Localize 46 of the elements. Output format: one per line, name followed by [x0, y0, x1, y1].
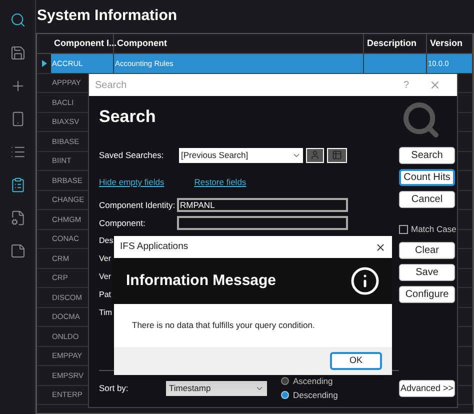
person-icon-button[interactable]	[306, 148, 324, 162]
search-icon	[401, 100, 441, 140]
link[interactable]: Restore fields	[194, 176, 246, 190]
column-header[interactable]: Component	[114, 34, 364, 53]
dialog-button[interactable]: Count Hits	[399, 169, 455, 186]
note-icon[interactable]	[10, 243, 26, 259]
dialog-button[interactable]: Configure	[399, 286, 455, 303]
field-label: Tim	[99, 307, 112, 319]
sort-dropdown[interactable]: Timestamp	[166, 380, 267, 396]
saved-searches-dropdown[interactable]: [Previous Search]	[179, 148, 303, 162]
search-icon[interactable]	[10, 12, 26, 28]
column-header[interactable]: Version	[427, 34, 473, 53]
column-header[interactable]: Description	[364, 34, 427, 53]
field-label: Ver	[99, 271, 112, 283]
dialog-button[interactable]: Save	[399, 264, 455, 281]
person-icon	[310, 150, 320, 160]
field-label: Pat	[99, 289, 112, 301]
field-label: Des	[99, 235, 114, 247]
dialog-button[interactable]: Cancel	[399, 191, 455, 208]
dialog-title: Search	[95, 78, 127, 92]
save-icon[interactable]	[10, 45, 26, 61]
radio-option[interactable]: Ascending	[281, 375, 338, 387]
field-label: Ver	[99, 253, 112, 265]
page-title: System Information	[36, 6, 178, 26]
field-label: Sort by:	[99, 382, 130, 394]
advanced-button[interactable]: Advanced >>	[399, 380, 455, 397]
match-case-checkbox[interactable]: Match Case	[399, 222, 457, 236]
ok-button[interactable]: OK	[330, 352, 382, 370]
column-header[interactable]: Component I...	[51, 34, 114, 53]
grid-icon	[332, 150, 342, 160]
dialog-button[interactable]: Clear	[399, 242, 455, 259]
radio-option[interactable]: Descending	[281, 389, 338, 401]
close-icon[interactable]	[375, 242, 386, 252]
input-field[interactable]: RMPANL	[177, 198, 348, 212]
input-field[interactable]	[177, 216, 348, 230]
grid-icon-button[interactable]	[327, 148, 347, 162]
dialog-heading: Information Message	[126, 270, 276, 291]
clipboard-icon[interactable]	[10, 177, 26, 193]
document-gear-icon[interactable]	[10, 210, 26, 226]
dialog-button[interactable]: Search	[399, 147, 455, 164]
field-label: Component:	[99, 216, 146, 230]
field-label: Component Identity:	[99, 198, 176, 212]
field-label: Saved Searches:	[99, 148, 165, 162]
info-icon	[350, 266, 380, 296]
dialog-title: IFS Applications	[120, 240, 188, 254]
link[interactable]: Hide empty fields	[99, 176, 164, 190]
